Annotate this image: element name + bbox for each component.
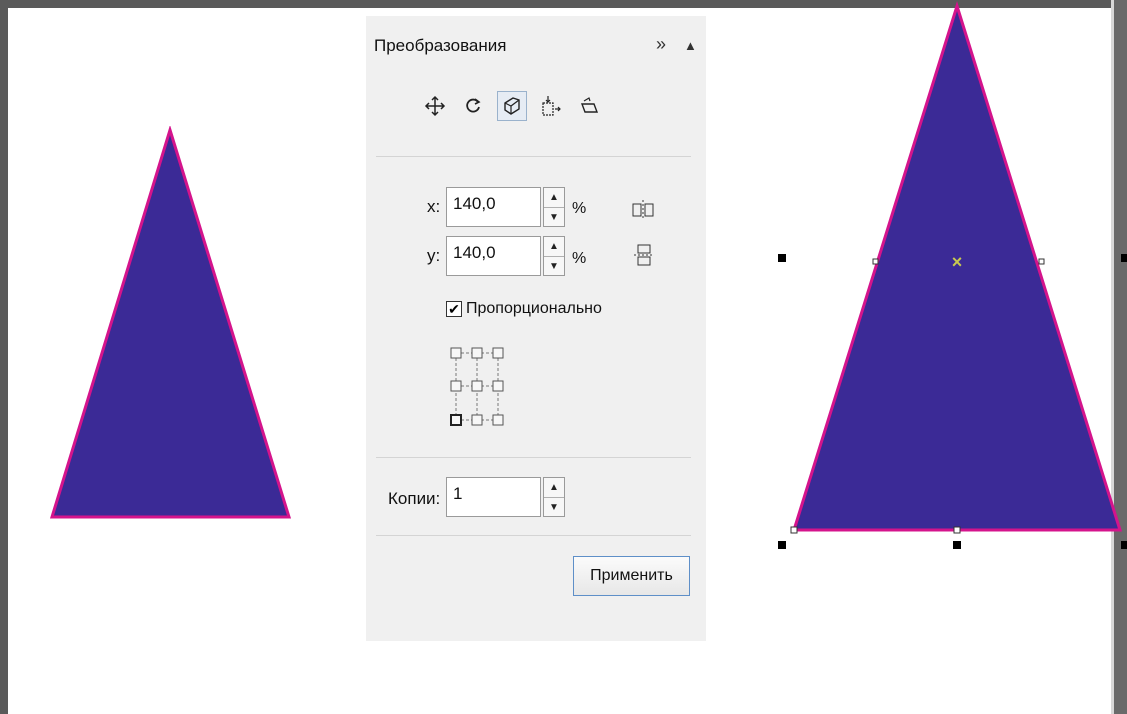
- divider: [376, 535, 691, 536]
- mirror-horizontal-icon[interactable]: [631, 198, 655, 225]
- apply-button[interactable]: Применить: [573, 556, 690, 596]
- size-tool-icon[interactable]: [535, 91, 565, 121]
- spin-down-icon[interactable]: ▼: [544, 208, 564, 227]
- copies-label: Копии:: [388, 489, 441, 508]
- x-label: x:: [427, 197, 441, 216]
- selection-handle-bottom-center[interactable]: [953, 541, 961, 549]
- y-scale-input[interactable]: 140,0: [446, 236, 541, 276]
- mirror-vertical-icon[interactable]: [633, 243, 655, 272]
- rotate-tool-icon[interactable]: [458, 91, 488, 121]
- spin-up-icon[interactable]: ▲: [544, 188, 564, 208]
- collapse-panel-icon[interactable]: »: [656, 34, 666, 55]
- y-unit-label: %: [572, 250, 587, 267]
- selection-handle-middle-left[interactable]: [778, 254, 786, 262]
- y-label: y:: [427, 246, 441, 265]
- scaled-triangle[interactable]: ×: [787, 0, 1127, 540]
- x-scale-spinner[interactable]: ▲ ▼: [543, 187, 565, 227]
- scale-mirror-tool-icon[interactable]: [497, 91, 527, 121]
- spin-up-icon[interactable]: ▲: [544, 237, 564, 257]
- selection-handle-middle-right[interactable]: [1121, 254, 1127, 262]
- anchor-point-grid[interactable]: [448, 346, 506, 433]
- selection-handle-bottom-right[interactable]: [1121, 541, 1127, 549]
- transformations-panel: Преобразования » ▲ x: 140,0 ▲ ▼ % y: 140…: [366, 16, 706, 641]
- panel-title: Преобразования: [374, 36, 507, 55]
- skew-tool-icon[interactable]: [573, 91, 603, 121]
- spin-down-icon[interactable]: ▼: [544, 257, 564, 276]
- proportional-checkbox[interactable]: ✔: [446, 301, 462, 317]
- spin-up-icon[interactable]: ▲: [544, 478, 564, 498]
- selection-handle-bottom-left[interactable]: [778, 541, 786, 549]
- center-marker-icon[interactable]: ×: [952, 252, 963, 272]
- spin-down-icon[interactable]: ▼: [544, 498, 564, 517]
- original-triangle[interactable]: [48, 126, 293, 522]
- position-tool-icon[interactable]: [420, 91, 450, 121]
- panel-menu-icon[interactable]: ▲: [684, 38, 697, 53]
- x-unit-label: %: [572, 200, 587, 217]
- proportional-label: Пропорционально: [466, 300, 602, 317]
- copies-spinner[interactable]: ▲ ▼: [543, 477, 565, 517]
- x-scale-input[interactable]: 140,0: [446, 187, 541, 227]
- divider: [376, 457, 691, 458]
- y-scale-spinner[interactable]: ▲ ▼: [543, 236, 565, 276]
- divider: [376, 156, 691, 157]
- copies-input[interactable]: 1: [446, 477, 541, 517]
